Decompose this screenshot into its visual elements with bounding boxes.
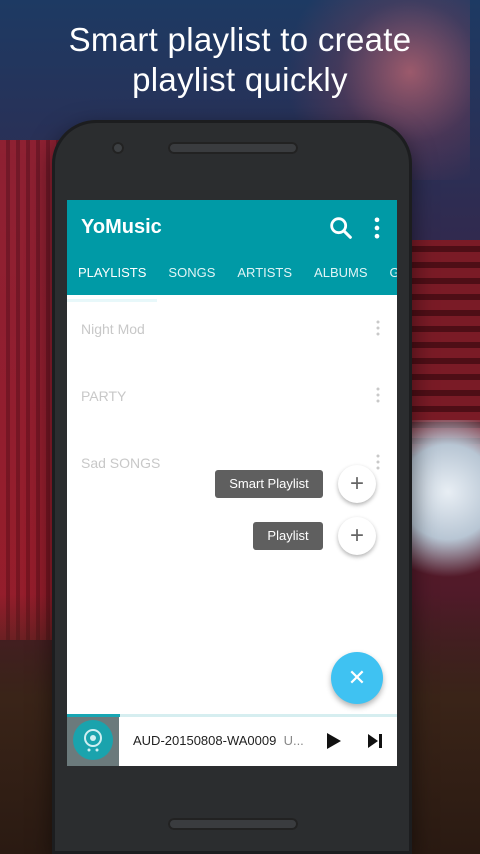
close-fab-button[interactable]: ✕ [331, 652, 383, 704]
add-playlist-button[interactable]: + [338, 517, 376, 555]
tab-playlists[interactable]: PLAYLISTS [67, 258, 158, 302]
close-icon: ✕ [347, 665, 367, 690]
tab-bar: PLAYLISTS SONGS ARTISTS ALBUMS GEN [67, 258, 397, 302]
tab-genres[interactable]: GEN [379, 258, 397, 295]
search-icon[interactable] [327, 214, 355, 242]
add-smart-playlist-button[interactable]: + [338, 465, 376, 503]
playlist-name: Sad SONGS [81, 455, 161, 471]
plus-icon: + [349, 470, 364, 497]
phone-frame: YoMusic PLAYLISTS SONGS ARTISTS ALBUMS G… [52, 120, 412, 854]
camera-icon [112, 142, 124, 154]
playlist-name: Night Mod [81, 321, 145, 337]
track-artist-truncated: U... [283, 733, 304, 748]
headline-line-2: playlist quickly [132, 61, 348, 98]
track-title: AUD-20150808-WA0009 [133, 733, 277, 748]
album-art[interactable] [67, 717, 119, 766]
playlist-list: Night Mod PARTY Sad SONGS [67, 295, 397, 496]
earpiece-speaker [168, 142, 298, 154]
app-bar: YoMusic PLAYLISTS SONGS ARTISTS ALBUMS G… [67, 200, 397, 302]
app-title: YoMusic [81, 216, 162, 238]
playlist-label[interactable]: Playlist [253, 522, 323, 550]
music-disc-icon [73, 720, 113, 760]
mini-player[interactable]: AUD-20150808-WA0009 U... [67, 714, 397, 766]
playlist-name: PARTY [81, 388, 127, 404]
item-menu-icon[interactable] [375, 453, 381, 471]
skip-next-icon[interactable] [365, 731, 385, 751]
plus-icon: + [349, 522, 364, 549]
list-item[interactable]: Night Mod [67, 295, 397, 362]
smart-playlist-label[interactable]: Smart Playlist [215, 470, 323, 498]
tab-songs[interactable]: SONGS [157, 258, 226, 295]
item-menu-icon[interactable] [375, 386, 381, 404]
bottom-speaker [168, 818, 298, 830]
item-menu-icon[interactable] [375, 319, 381, 337]
app-screen: YoMusic PLAYLISTS SONGS ARTISTS ALBUMS G… [67, 200, 397, 766]
promo-headline: Smart playlist to create playlist quickl… [0, 20, 480, 100]
list-item[interactable]: PARTY [67, 362, 397, 429]
play-icon[interactable] [323, 731, 343, 751]
smoke-background [400, 420, 480, 600]
tab-artists[interactable]: ARTISTS [226, 258, 303, 295]
headline-line-1: Smart playlist to create [68, 21, 412, 58]
tab-albums[interactable]: ALBUMS [303, 258, 378, 295]
overflow-menu-icon[interactable] [367, 214, 387, 242]
now-playing-track[interactable]: AUD-20150808-WA0009 U... [133, 733, 304, 748]
